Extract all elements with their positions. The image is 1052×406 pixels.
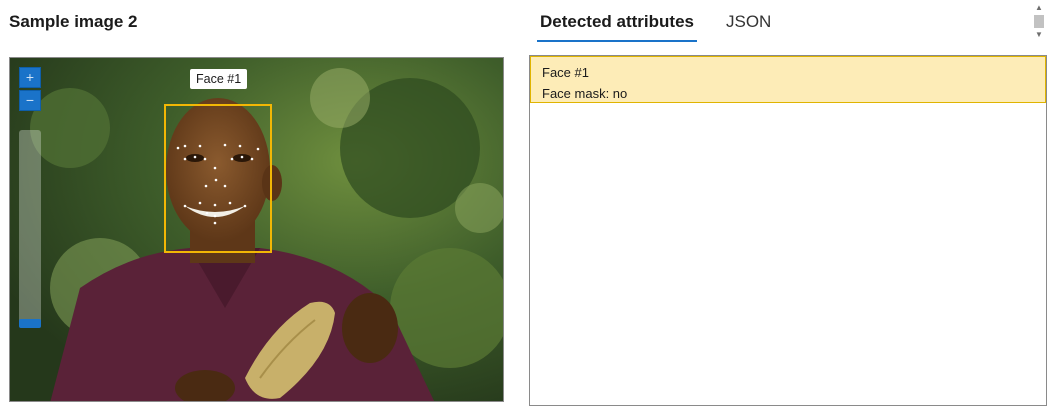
image-viewer[interactable]: + − Face #1 — [9, 57, 504, 402]
scrollbar-thumb[interactable] — [1034, 15, 1044, 28]
result-face-name: Face #1 — [542, 65, 589, 80]
face-label: Face #1 — [190, 69, 248, 89]
page-title: Sample image 2 — [9, 12, 138, 31]
zoom-out-button[interactable]: − — [19, 90, 41, 111]
scroll-down-arrow-icon[interactable]: ▼ — [1033, 30, 1045, 40]
results-panel: Face #1 Face mask: no — [529, 55, 1047, 406]
face-bounding-box — [164, 104, 272, 253]
zoom-slider-track[interactable] — [19, 130, 41, 328]
zoom-slider-handle[interactable] — [19, 319, 41, 328]
tab-json[interactable]: JSON — [726, 12, 771, 40]
result-item-face-1[interactable]: Face #1 Face mask: no — [530, 56, 1046, 103]
scroll-up-arrow-icon[interactable]: ▲ — [1033, 3, 1045, 13]
result-face-mask-attribute: Face mask: no — [542, 86, 628, 101]
zoom-in-button[interactable]: + — [19, 67, 41, 88]
tab-detected-attributes[interactable]: Detected attributes — [537, 12, 697, 42]
